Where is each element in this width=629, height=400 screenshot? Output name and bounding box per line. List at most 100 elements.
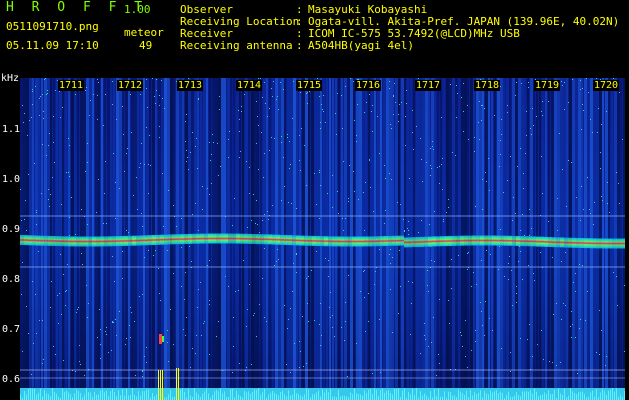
noise-speck <box>173 205 174 206</box>
signal-band-segment <box>480 235 484 246</box>
meteor-echo-2 <box>162 336 164 342</box>
noise-speck <box>233 346 234 347</box>
time-mark: 1719 <box>534 80 561 91</box>
signal-band-segment <box>352 236 356 247</box>
noise-speck <box>622 139 623 140</box>
noise-speck <box>53 142 54 143</box>
noise-speck <box>503 192 504 193</box>
power-spike <box>554 389 555 400</box>
noise-speck <box>572 324 573 325</box>
noise-speck <box>427 285 428 286</box>
noise-streak <box>311 78 314 388</box>
noise-streak <box>383 78 386 388</box>
noise-speck <box>220 166 221 167</box>
noise-speck <box>439 299 440 300</box>
noise-speck <box>527 339 528 340</box>
noise-speck <box>147 107 148 108</box>
noise-speck <box>48 189 49 190</box>
noise-speck <box>119 311 120 312</box>
power-spike <box>98 394 99 400</box>
noise-speck <box>58 323 59 324</box>
power-spike <box>128 395 129 400</box>
noise-speck <box>258 125 259 126</box>
noise-speck <box>98 179 99 180</box>
noise-speck <box>335 113 336 114</box>
power-spike <box>434 389 435 400</box>
power-spike <box>344 395 345 400</box>
noise-streak <box>95 78 98 388</box>
noise-speck <box>114 281 115 282</box>
noise-streak <box>554 78 557 388</box>
power-spike <box>218 391 219 400</box>
power-spike <box>494 391 495 400</box>
noise-speck <box>332 315 333 316</box>
power-spike <box>268 394 269 400</box>
noise-speck <box>32 91 33 92</box>
noise-speck <box>475 341 476 342</box>
power-spike <box>342 395 343 400</box>
noise-speck <box>356 343 357 344</box>
noise-speck <box>307 92 308 93</box>
noise-speck <box>406 103 407 104</box>
noise-speck <box>161 80 162 81</box>
noise-speck <box>580 220 581 221</box>
signal-band-segment <box>420 236 424 247</box>
noise-speck <box>606 356 607 357</box>
power-spike <box>136 396 137 400</box>
noise-speck <box>413 149 414 150</box>
noise-speck <box>590 213 591 214</box>
power-spike <box>272 390 273 400</box>
power-spike <box>296 393 297 400</box>
signal-band-segment <box>416 237 420 247</box>
noise-speck <box>69 217 70 218</box>
noise-speck <box>112 322 113 323</box>
noise-streak <box>320 78 322 388</box>
noise-streak <box>98 78 100 388</box>
noise-speck <box>510 156 511 157</box>
power-spike <box>312 394 313 400</box>
noise-speck <box>393 114 394 115</box>
noise-speck <box>488 158 489 159</box>
signal-band-segment <box>240 233 244 244</box>
noise-streak <box>122 78 124 388</box>
noise-speck <box>264 214 265 215</box>
signal-band-segment <box>572 237 576 248</box>
capture-datetime: 05.11.09 17:10 <box>6 39 99 52</box>
signal-band-segment <box>556 237 560 248</box>
signal-band-segment <box>356 236 360 247</box>
noise-speck <box>575 273 576 274</box>
power-spike <box>396 388 397 400</box>
power-spike <box>362 395 363 400</box>
signal-band-segment <box>476 235 480 246</box>
hroft-display: { "header": { "app_title": "H R O F F T"… <box>0 0 629 400</box>
power-spike <box>352 394 353 400</box>
noise-speck <box>372 373 373 374</box>
noise-speck <box>103 125 104 126</box>
noise-speck <box>532 356 533 357</box>
noise-speck <box>357 104 358 105</box>
power-spike <box>180 389 181 400</box>
power-spike <box>552 394 553 400</box>
signal-band-segment <box>516 236 520 246</box>
noise-speck <box>405 145 406 146</box>
noise-streak <box>233 78 235 388</box>
noise-speck <box>100 329 101 330</box>
noise-speck <box>191 261 192 262</box>
noise-speck <box>264 248 265 249</box>
noise-speck <box>552 362 553 363</box>
power-spike <box>106 390 107 400</box>
noise-speck <box>105 94 106 95</box>
signal-band-segment <box>32 235 36 246</box>
noise-streak <box>620 78 622 388</box>
power-spike <box>532 393 533 400</box>
noise-speck <box>463 111 464 112</box>
noise-speck <box>365 331 366 332</box>
noise-speck <box>49 133 50 134</box>
noise-speck <box>75 234 76 235</box>
power-spike <box>488 394 489 400</box>
signal-band-segment <box>552 237 556 248</box>
noise-speck <box>564 82 565 83</box>
noise-speck <box>186 317 187 318</box>
noise-speck <box>557 230 558 231</box>
noise-speck <box>385 210 386 211</box>
